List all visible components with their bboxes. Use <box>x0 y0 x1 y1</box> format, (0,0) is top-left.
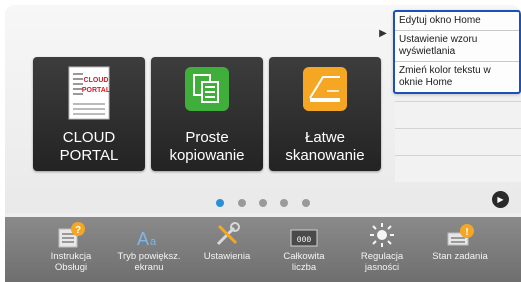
home-main-area: CLOUD PORTAL CLOUD PORTAL Proste kopiowa… <box>5 5 521 213</box>
tile-label: CLOUD PORTAL <box>33 129 145 165</box>
home-action-menu: Edytuj okno Home Ustawienie wzoru wyświe… <box>393 10 521 94</box>
page-indicator <box>5 194 521 212</box>
menu-item-display-pattern[interactable]: Ustawienie wzoru wyświetlania <box>395 31 519 62</box>
tile-label-line: Proste <box>185 129 229 146</box>
job-status-icon: ! <box>427 219 493 249</box>
task-label: Tryb powiększ. ekranu <box>117 251 181 273</box>
copy-icon <box>185 67 229 116</box>
task-label: Ustawienia <box>203 251 251 262</box>
page-dot[interactable] <box>237 199 246 207</box>
svg-text:?: ? <box>75 225 81 236</box>
task-brightness[interactable]: Regulacja jasności <box>349 219 415 273</box>
svg-text:a: a <box>150 236 157 248</box>
tile-label: Łatwe skanowanie <box>269 129 381 165</box>
side-slot <box>395 155 521 182</box>
page-dot-active[interactable] <box>216 199 225 207</box>
page-dot[interactable] <box>259 199 267 207</box>
tile-label-line: skanowanie <box>285 147 365 164</box>
tile-label: Proste kopiowanie <box>151 129 263 165</box>
cloud-portal-icon: CLOUD PORTAL <box>67 65 111 126</box>
brightness-icon <box>349 219 415 249</box>
enlarge-text-icon: A a <box>116 219 182 249</box>
task-job-status[interactable]: ! Stan zadania <box>427 219 493 262</box>
task-settings[interactable]: Ustawienia <box>194 219 260 262</box>
page-dot[interactable] <box>280 199 289 207</box>
task-label: Stan zadania <box>432 251 488 262</box>
tile-label-line: Łatwe <box>304 129 346 146</box>
tile-easy-copy[interactable]: Proste kopiowanie <box>151 57 263 171</box>
page-dot[interactable] <box>301 199 310 207</box>
side-panel <box>395 101 521 182</box>
tile-label-line: CLOUD PORTAL <box>59 129 119 164</box>
tile-label-line: kopiowanie <box>169 147 245 164</box>
counter-icon: 000 <box>271 219 337 249</box>
menu-item-change-text-color[interactable]: Zmień kolor tekstu w oknie Home <box>395 62 519 92</box>
side-slot <box>395 101 521 128</box>
counter-icon-text: 000 <box>297 236 312 245</box>
task-enlarge-display[interactable]: A a Tryb powiększ. ekranu <box>116 219 182 273</box>
scan-icon <box>303 67 347 116</box>
cloud-icon-text-2: PORTAL <box>82 87 111 94</box>
tile-cloud-portal[interactable]: CLOUD PORTAL CLOUD PORTAL <box>33 57 145 171</box>
tools-icon <box>194 219 260 249</box>
taskbar: ? Instrukcja Obsługi A a Tryb powiększ. … <box>5 217 521 282</box>
task-label: Regulacja jasności <box>360 251 404 273</box>
side-slot <box>395 128 521 155</box>
svg-text:!: ! <box>465 227 468 238</box>
tile-easy-scan[interactable]: Łatwe skanowanie <box>269 57 381 171</box>
menu-item-edit-home[interactable]: Edytuj okno Home <box>395 12 519 31</box>
task-label: Całkowita liczba <box>283 251 325 273</box>
manual-help-icon: ? <box>38 219 104 249</box>
task-total-count[interactable]: 000 Całkowita liczba <box>271 219 337 273</box>
svg-text:A: A <box>137 229 149 249</box>
next-page-button[interactable]: ▶ <box>492 191 509 208</box>
home-screen: CLOUD PORTAL CLOUD PORTAL Proste kopiowa… <box>5 5 521 282</box>
cloud-icon-text-1: CLOUD <box>84 77 109 84</box>
play-left-icon[interactable]: ▶ <box>377 23 391 45</box>
task-label: Instrukcja Obsługi <box>50 251 92 273</box>
task-manual[interactable]: ? Instrukcja Obsługi <box>38 219 104 273</box>
